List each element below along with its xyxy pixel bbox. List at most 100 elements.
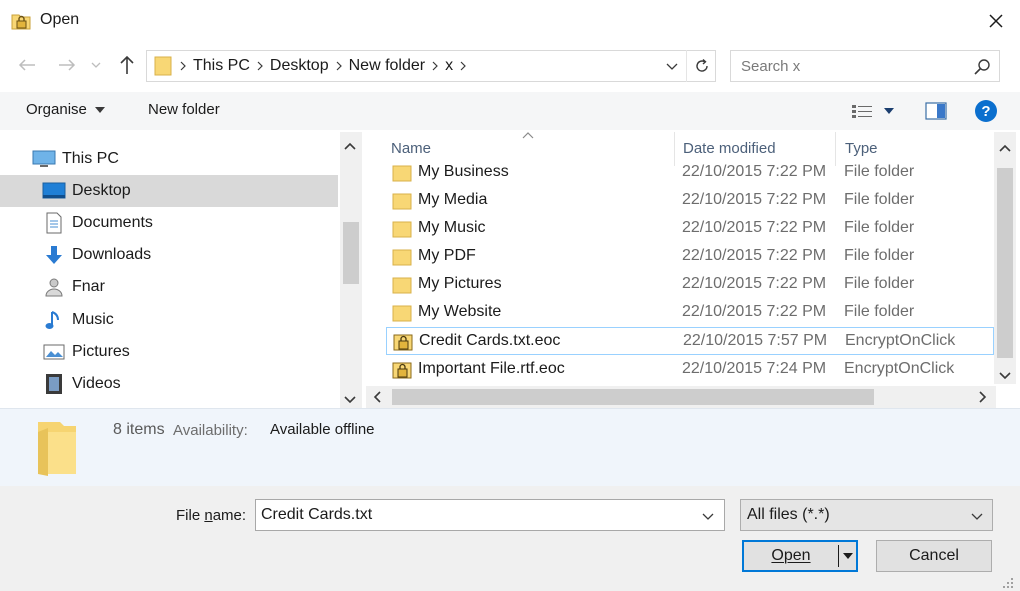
new-folder-button[interactable]: New folder [148, 101, 220, 118]
nav-item-this-pc[interactable]: This PC [0, 143, 338, 175]
open-button[interactable]: Open [742, 540, 858, 572]
file-row[interactable]: My Media 22/10/2015 7:22 PM File folder [386, 187, 994, 215]
encrypted-folder-icon [11, 14, 31, 30]
file-type: File folder [844, 303, 915, 320]
file-row[interactable]: Important File.rtf.eoc 22/10/2015 7:24 P… [386, 356, 994, 384]
file-name-input[interactable] [256, 500, 692, 530]
organise-menu-button[interactable]: Organise [26, 101, 105, 118]
file-list-vertical-scrollbar-thumb[interactable] [997, 168, 1013, 358]
search-icon[interactable] [971, 56, 993, 78]
music-icon [42, 308, 66, 332]
forward-arrow-icon [59, 59, 76, 71]
caret-down-icon [843, 553, 853, 559]
breadcrumb-separator[interactable] [329, 61, 349, 71]
close-button[interactable] [980, 6, 1012, 36]
sort-ascending-icon [522, 132, 534, 139]
file-row[interactable]: My Website 22/10/2015 7:22 PM File folde… [386, 299, 994, 327]
search-input[interactable] [731, 51, 969, 81]
nav-item-label: Pictures [72, 343, 130, 360]
scroll-right-arrow[interactable] [978, 390, 988, 408]
file-name-combobox[interactable] [255, 499, 725, 531]
scroll-down-arrow[interactable] [343, 392, 357, 409]
column-header-type[interactable]: Type [845, 140, 878, 157]
encrypted-file-icon [393, 334, 413, 351]
chevron-up-icon [999, 144, 1011, 152]
videos-icon [42, 372, 66, 396]
file-date: 22/10/2015 7:22 PM [682, 163, 827, 180]
chevron-down-icon [91, 62, 101, 68]
breadcrumb-separator[interactable] [425, 61, 445, 71]
breadcrumb-desktop[interactable]: Desktop [270, 51, 329, 81]
file-row-selected[interactable]: Credit Cards.txt.eoc 22/10/2015 7:57 PM … [386, 327, 994, 355]
folder-icon [392, 165, 412, 182]
nav-item-label: Fnar [72, 278, 105, 295]
split-divider [838, 545, 839, 567]
file-row[interactable]: My Pictures 22/10/2015 7:22 PM File fold… [386, 271, 994, 299]
chevron-down-icon [666, 63, 678, 70]
title-bar [0, 0, 1020, 42]
up-button[interactable] [114, 52, 140, 78]
breadcrumb-separator[interactable] [250, 61, 270, 71]
nav-item-music[interactable]: Music [0, 304, 338, 336]
breadcrumb-separator[interactable] [453, 61, 473, 71]
window-title: Open [40, 11, 80, 28]
breadcrumb-separator[interactable] [173, 61, 193, 71]
file-row[interactable]: My PDF 22/10/2015 7:22 PM File folder [386, 243, 994, 271]
folder-icon [154, 56, 172, 76]
file-date: 22/10/2015 7:24 PM [682, 360, 827, 377]
caret-down-icon [884, 108, 894, 114]
forward-button[interactable] [54, 52, 80, 78]
file-type: File folder [844, 275, 915, 292]
nav-item-label: Downloads [72, 246, 152, 263]
nav-item-desktop[interactable]: Desktop [0, 175, 338, 207]
change-view-button[interactable] [850, 100, 902, 122]
breadcrumb-x[interactable]: x [445, 51, 453, 81]
refresh-icon [695, 58, 708, 72]
folder-icon [38, 422, 76, 476]
documents-icon [42, 211, 66, 235]
breadcrumb-new-folder[interactable]: New folder [349, 51, 425, 81]
file-name-dropdown-button[interactable] [696, 506, 720, 526]
chevron-right-icon [979, 391, 987, 403]
cancel-button[interactable]: Cancel [876, 540, 992, 572]
scroll-up-arrow[interactable] [343, 138, 357, 155]
help-icon[interactable]: ? [974, 99, 998, 123]
recent-locations-button[interactable] [86, 52, 106, 78]
search-box[interactable] [730, 50, 1000, 82]
file-type: File folder [844, 219, 915, 236]
close-icon [989, 14, 1003, 28]
nav-item-label: Music [72, 311, 114, 328]
scroll-down-arrow[interactable] [998, 368, 1012, 385]
open-options-dropdown[interactable] [840, 546, 856, 566]
file-name: My Media [418, 191, 488, 208]
nav-item-downloads[interactable]: Downloads [0, 239, 338, 271]
nav-item-videos[interactable]: Videos [0, 368, 338, 400]
navigation-scrollbar-thumb[interactable] [343, 222, 359, 284]
refresh-button[interactable] [686, 50, 716, 82]
file-type-filter-dropdown[interactable] [965, 506, 989, 526]
resize-grip-icon[interactable] [996, 572, 1016, 590]
pictures-icon [42, 340, 66, 364]
file-row[interactable]: My Business 22/10/2015 7:22 PM File fold… [386, 159, 994, 187]
nav-item-pictures[interactable]: Pictures [0, 336, 338, 368]
nav-item-fnar[interactable]: Fnar [0, 271, 338, 303]
chevron-down-icon [999, 372, 1011, 380]
scroll-left-arrow[interactable] [372, 390, 382, 408]
folder-icon [392, 221, 412, 238]
nav-item-documents[interactable]: Documents [0, 207, 338, 239]
folder-icon [392, 249, 412, 266]
column-header-name[interactable]: Name [391, 140, 431, 157]
column-header-date-modified[interactable]: Date modified [683, 140, 776, 157]
chevron-up-icon [344, 142, 356, 150]
nav-item-label: Desktop [72, 182, 131, 199]
address-history-dropdown[interactable] [660, 50, 684, 82]
breadcrumb-this-pc[interactable]: This PC [193, 51, 250, 81]
file-type-filter-select[interactable]: All files (*.*) [740, 499, 993, 531]
back-button[interactable] [14, 52, 40, 78]
file-row[interactable]: My Music 22/10/2015 7:22 PM File folder [386, 215, 994, 243]
nav-item-label: This PC [62, 150, 119, 167]
scroll-up-arrow[interactable] [998, 140, 1012, 157]
preview-pane-icon[interactable] [924, 100, 948, 122]
file-list-horizontal-scrollbar-thumb[interactable] [392, 389, 874, 405]
address-bar[interactable]: This PC Desktop New folder x [146, 50, 716, 82]
